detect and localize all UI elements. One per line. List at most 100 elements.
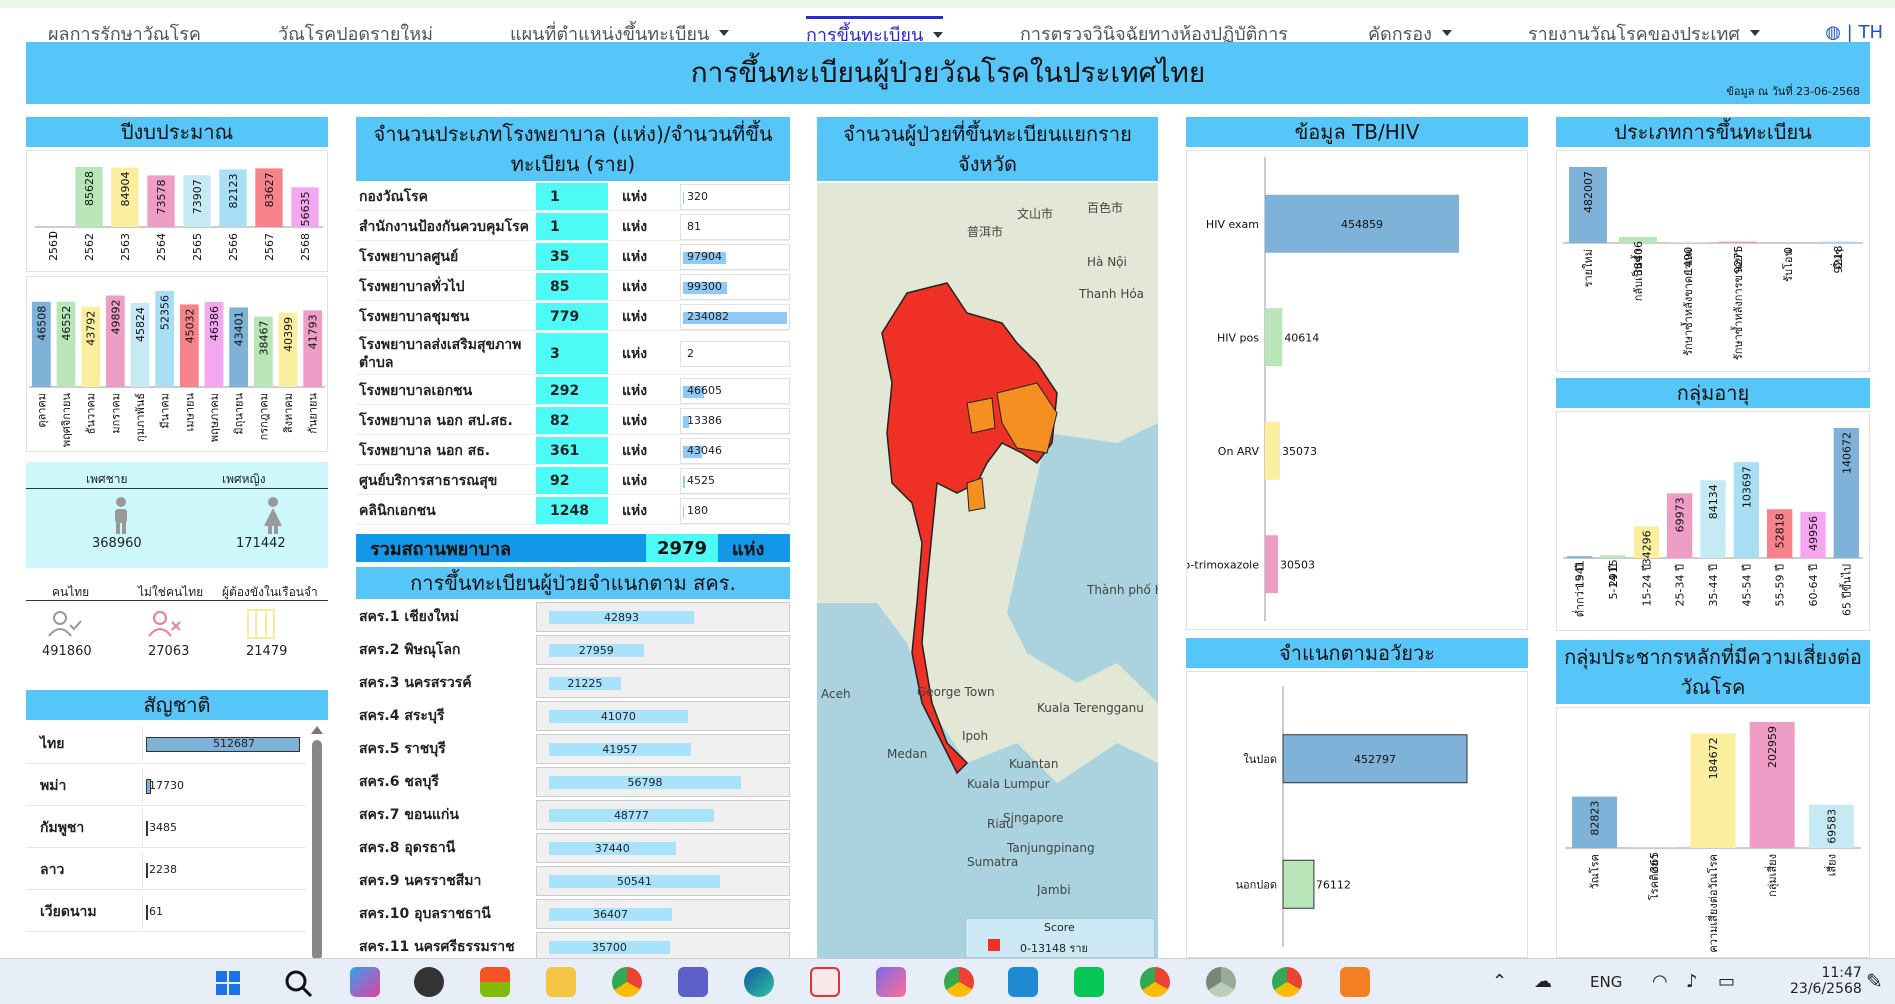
hospital-count: 361 <box>536 437 608 464</box>
region-bar-cell: 50541 <box>536 866 790 896</box>
clickup-icon[interactable] <box>876 967 906 997</box>
chrome-work-icon[interactable] <box>1140 967 1170 997</box>
hospital-type-title: จำนวนประเภทโรงพยาบาล (แห่ง)/จำนวนที่ขึ้น… <box>356 117 790 181</box>
hospital-row: คลินิกเอกชน 1248 แห่ง 180 <box>356 497 790 525</box>
bar-value-label: 56635 <box>299 191 312 226</box>
bar-category-label: กลับเป็นซ้ำ <box>1630 249 1645 301</box>
data-date: ข้อมูล ณ วันที่ 23-06-2568 <box>1726 85 1860 98</box>
organ-title: จำแนกตามอวัยวะ <box>1186 638 1528 668</box>
volume-icon[interactable]: ♪ <box>1686 971 1698 992</box>
wifi-icon[interactable]: ◠ <box>1652 971 1668 992</box>
user-x-icon <box>148 611 181 637</box>
clock-date: 23/6/2568 <box>1790 981 1862 997</box>
bar-value-label: 30503 <box>1280 558 1315 571</box>
bar <box>1719 241 1757 243</box>
region-row: สคร.5 ราชบุรี 41957 <box>356 733 790 765</box>
hospital-registered-cell: 13386 <box>680 407 790 434</box>
bar-category-label: พฤษภาคม <box>208 393 221 442</box>
region-bar-cell: 42893 <box>536 602 790 632</box>
nationality-table: ไทย 512687 พม่า 17730 กัมพูชา 3485 ลาว 2238 เวีย… <box>26 724 306 958</box>
nationality-value: 512687 <box>213 736 255 750</box>
clock[interactable]: 11:47 23/6/2568 <box>1790 965 1862 997</box>
notification-icon[interactable]: ✎ <box>1866 969 1883 993</box>
edge-icon[interactable] <box>744 967 774 997</box>
bar-value-label: 69973 <box>1674 497 1687 532</box>
map-place-label: Kuala Terengganu <box>1037 701 1144 715</box>
bar-value-label: 184672 <box>1707 737 1720 779</box>
battery-icon[interactable]: ▭ <box>1718 971 1735 992</box>
language-switch[interactable]: ◍ | TH <box>1825 22 1883 43</box>
regtype-title: ประเภทการขึ้นทะเบียน <box>1556 117 1870 147</box>
region-bar-cell: 36407 <box>536 899 790 929</box>
bar-category-label: 65 ปีขึ้นไป <box>1838 564 1853 616</box>
nationality-value: 17730 <box>149 778 184 792</box>
bar-category-label: HIV exam <box>1206 218 1259 231</box>
hospital-type-name: โรงพยาบาลศูนย์ <box>359 248 459 265</box>
input-language[interactable]: ENG <box>1590 973 1622 991</box>
bar-value-label: 46508 <box>35 306 48 341</box>
hospital-row: โรงพยาบาลส่งเสริมสุขภาพตำบล 3 แห่ง 2 <box>356 333 790 375</box>
scrollbar-thumb[interactable] <box>312 740 322 960</box>
region-bar: 21225 <box>549 677 621 690</box>
store-icon[interactable] <box>480 967 510 997</box>
bar-category-label: มีนาคม <box>159 393 172 429</box>
chrome-alt-icon[interactable] <box>1206 967 1236 997</box>
nationality-value-cell: 17730 <box>142 767 302 804</box>
hospital-type-name: ศูนย์บริการสาธารณสุข <box>359 472 498 489</box>
top-navigation: ผลการรักษาวัณโรค วัณโรคปอดรายใหม่ แผนที่ตำ… <box>0 0 1895 46</box>
hospital-unit: แห่ง <box>622 248 648 265</box>
line-icon[interactable] <box>1074 967 1104 997</box>
hospital-registered-value: 43046 <box>687 444 722 457</box>
bar-category-label: โรคติดยา <box>1647 854 1661 900</box>
hospital-row: โรงพยาบาลเอกชน 292 แห่ง 46605 <box>356 377 790 405</box>
bar-category-label: รายใหม่ <box>1582 249 1595 287</box>
nationality-row: ไทย 512687 <box>26 724 306 764</box>
snipping-tool-icon[interactable] <box>810 967 840 997</box>
bar-category-label: กรกฎาคม <box>257 393 270 440</box>
tray-chevron-icon[interactable]: ⌃ <box>1492 971 1507 992</box>
hospital-type-name: โรงพยาบาล นอก สธ. <box>359 442 491 459</box>
province-map[interactable]: 百色市 文山市 普洱市 Hà Nội Thanh Hóa George Town Kuala… <box>817 183 1158 958</box>
bar-category-label: รักษาซ้ำหลังขาดยาแพ <box>1680 249 1695 356</box>
nationality-value-cell: 61 <box>142 893 302 930</box>
page-title: การขึ้นทะเบียนผู้ป่วยวัณโรคในประเทศไทย <box>690 56 1206 89</box>
hospital-row: โรงพยาบาลศูนย์ 35 แห่ง 97904 <box>356 243 790 271</box>
copilot-icon[interactable] <box>350 967 380 997</box>
tbhiv-title: ข้อมูล TB/HIV <box>1186 117 1528 147</box>
folder-icon[interactable] <box>546 967 576 997</box>
cloud-off-icon[interactable]: ☁ <box>1534 971 1552 992</box>
hospital-registered-value: 81 <box>687 220 701 233</box>
vscode-icon[interactable] <box>1008 967 1038 997</box>
nationality-value: 61 <box>149 904 163 918</box>
chrome-icon[interactable] <box>612 967 642 997</box>
region-bar: 50541 <box>549 875 720 888</box>
bar-value-label: 73578 <box>155 179 168 214</box>
bar <box>1282 859 1315 909</box>
search-icon[interactable] <box>284 969 312 997</box>
xampp-icon[interactable] <box>1340 967 1370 997</box>
teams-icon[interactable] <box>678 967 708 997</box>
bar-value-label: 69583 <box>1825 809 1838 844</box>
map-place-label: Thành phố Hồ Chí Minh <box>1087 583 1158 597</box>
hospital-count: 3 <box>536 333 608 374</box>
region-name: สคร.5 ราชบุรี <box>359 741 446 757</box>
bar-value-label: 454859 <box>1341 218 1383 231</box>
map-place-label: 普洱市 <box>967 225 1004 239</box>
chrome-other-icon[interactable] <box>1272 967 1302 997</box>
bar-value-label: 40399 <box>282 317 295 352</box>
bar-category-label: 25-34 ปี <box>1674 564 1687 606</box>
tbhiv-chart: 454859 HIV exam 40614 HIV pos 35073 On ARV 305… <box>1158 150 1528 630</box>
obs-icon[interactable] <box>414 967 444 997</box>
chrome-profile-icon[interactable] <box>944 967 974 997</box>
bar-value-label: 46386 <box>208 306 221 341</box>
region-row: สคร.10 อุบลราชธานี 36407 <box>356 898 790 930</box>
bar-category-label: รักษาซ้ำหลังการขาดยา <box>1730 249 1745 360</box>
total-unit: แห่ง <box>732 538 765 560</box>
windows-start-icon[interactable] <box>216 971 240 995</box>
hospital-row: โรงพยาบาลทั่วไป 85 แห่ง 99300 <box>356 273 790 301</box>
hospital-row: โรงพยาบาลชุมชน 779 แห่ง 234082 <box>356 303 790 331</box>
bar-category-label: กลุ่มเสี่ยง <box>1764 854 1779 897</box>
nationality-scrollbar[interactable] <box>310 726 324 960</box>
bar-category-label: มิถุนายน <box>233 393 246 435</box>
nationality-row: ลาว 2238 <box>26 850 306 890</box>
